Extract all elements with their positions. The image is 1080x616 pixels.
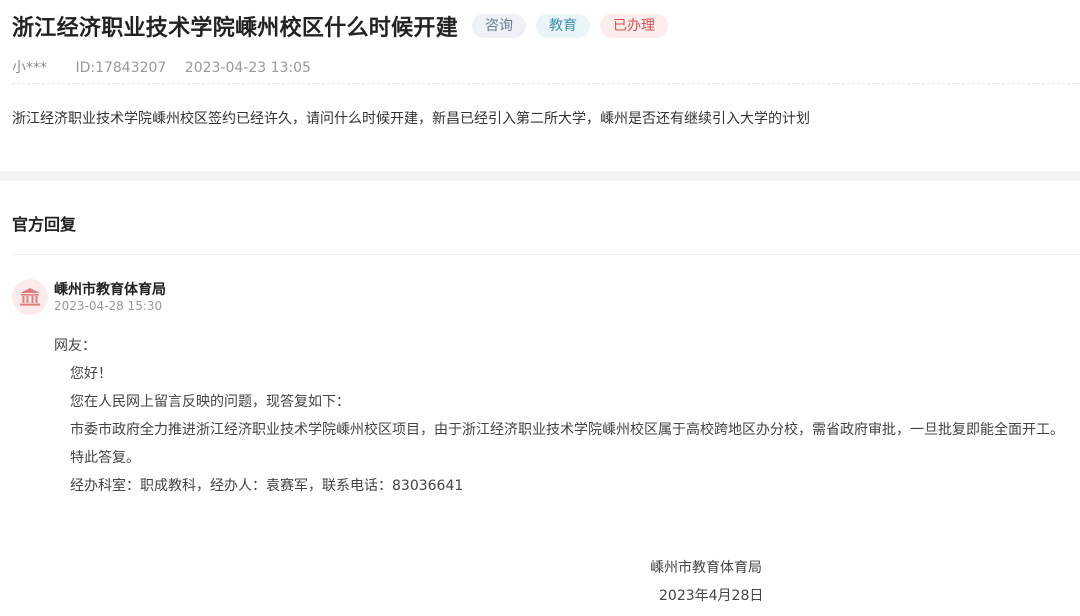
avatar	[12, 279, 48, 315]
section-separator	[0, 171, 1080, 181]
author-name: 小***	[12, 60, 47, 76]
status-badge: 已办理	[600, 14, 669, 38]
reply-line: 特此答复。	[70, 450, 140, 466]
government-building-icon	[20, 288, 40, 306]
question-header: 浙江经济职业技术学院嵊州校区什么时候开建 咨询 教育 已办理	[12, 10, 669, 42]
reply-content: 网友： 您好！ 您在人民网上留言反映的问题，现答复如下： 市委市政府全力推进浙江…	[54, 332, 1064, 500]
reply-time: 2023-04-28 15:30	[54, 299, 163, 313]
meta-divider	[12, 83, 1080, 84]
signature-office: 嵊州市教育体育局	[650, 560, 762, 576]
question-meta: 小*** ID:17843207 2023-04-23 13:05	[12, 57, 311, 77]
question-content: 浙江经济职业技术学院嵊州校区签约已经许久，请问什么时候开建，新昌已经引入第二所大…	[12, 111, 810, 127]
reply-line: 市委市政府全力推进浙江经济职业技术学院嵊州校区项目，由于浙江经济职业技术学院嵊州…	[70, 422, 1064, 438]
official-reply-heading: 官方回复	[12, 215, 77, 234]
question-time: 2023-04-23 13:05	[184, 60, 311, 76]
page-title: 浙江经济职业技术学院嵊州校区什么时候开建	[12, 16, 459, 41]
signature-date: 2023年4月28日	[659, 588, 764, 604]
reply-divider	[12, 254, 1080, 255]
reply-office-name: 嵊州市教育体育局	[54, 282, 166, 298]
reply-line: 您好！	[70, 366, 112, 382]
reply-greeting: 网友：	[54, 338, 96, 354]
tag-education[interactable]: 教育	[536, 14, 591, 38]
question-id: ID:17843207	[75, 60, 167, 76]
reply-contact: 经办科室：职成教科，经办人：袁赛军，联系电话：83036641	[70, 478, 464, 494]
reply-line: 您在人民网上留言反映的问题，现答复如下：	[70, 394, 350, 410]
tag-consult[interactable]: 咨询	[472, 14, 527, 38]
